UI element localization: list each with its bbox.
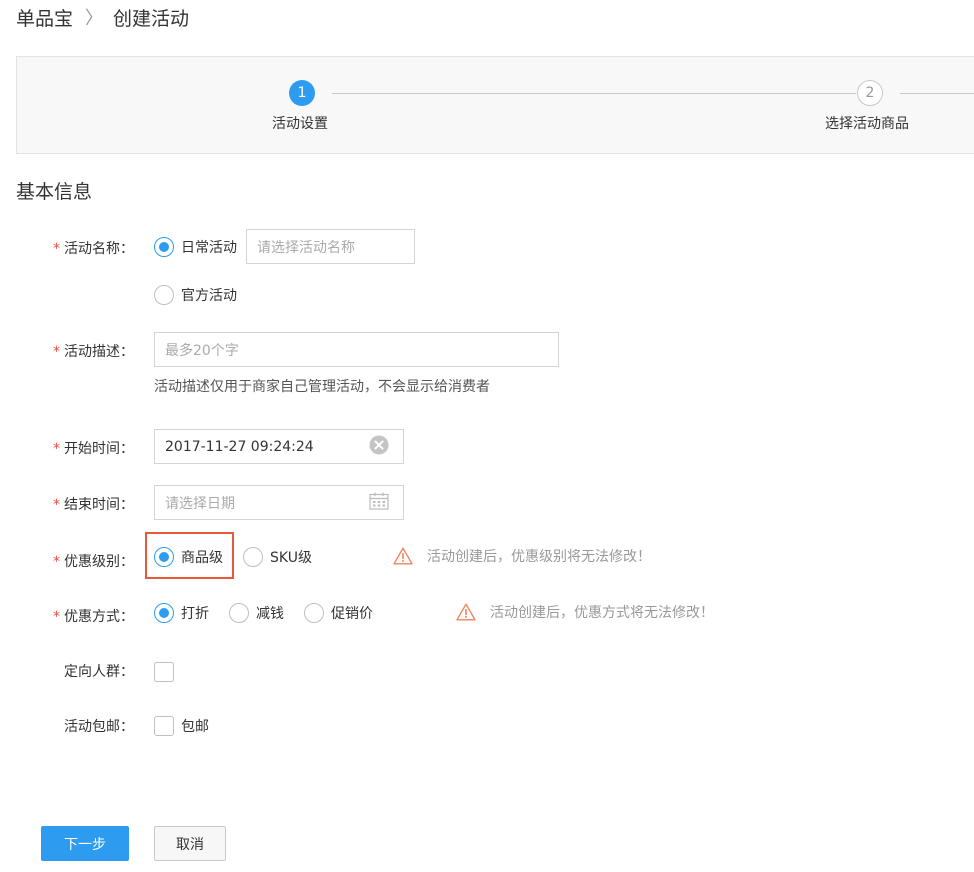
calendar-icon[interactable]	[369, 492, 389, 514]
breadcrumb-current: 创建活动	[113, 7, 190, 30]
radio-product-level[interactable]: 商品级	[154, 547, 223, 567]
step-2-label: 选择活动商品	[825, 116, 909, 132]
radio-promo-price-label: 促销价	[331, 606, 373, 622]
activity-name-label: * 活动名称：	[53, 241, 134, 257]
breadcrumb-root[interactable]: 单品宝	[16, 4, 73, 31]
free-shipping-option-label: 包邮	[181, 719, 209, 735]
radio-checked-icon	[154, 237, 174, 257]
target-group-label: 定向人群：	[64, 664, 134, 680]
radio-unchecked-icon	[304, 603, 324, 623]
discount-method-label: * 优惠方式：	[53, 609, 134, 625]
start-time-value: 2017-11-27 09:24:24	[165, 438, 314, 455]
breadcrumb: 单品宝 〉 创建活动	[16, 3, 189, 31]
discount-level-warning: 活动创建后，优惠级别将无法修改！	[393, 546, 651, 566]
clear-icon[interactable]	[369, 435, 389, 459]
cancel-button[interactable]: 取消	[154, 826, 226, 861]
radio-discount[interactable]: 打折	[154, 603, 209, 623]
radio-checked-icon	[154, 547, 174, 567]
radio-product-level-label: 商品级	[181, 550, 223, 566]
step-1-label: 活动设置	[272, 116, 328, 132]
end-time-placeholder: 请选择日期	[165, 495, 235, 512]
free-shipping-label: 活动包邮：	[64, 719, 134, 735]
required-mark: *	[53, 441, 60, 457]
radio-sku-level-label: SKU级	[270, 550, 312, 566]
target-group-checkbox[interactable]	[154, 662, 181, 682]
discount-method-warning: 活动创建后，优惠方式将无法修改！	[456, 602, 714, 622]
required-mark: *	[53, 609, 60, 625]
breadcrumb-separator-icon: 〉	[85, 8, 104, 29]
required-mark: *	[53, 344, 60, 360]
radio-daily-activity[interactable]: 日常活动	[154, 237, 237, 257]
discount-level-warning-text: 活动创建后，优惠级别将无法修改！	[427, 549, 651, 565]
activity-desc-hint: 活动描述仅用于商家自己管理活动，不会显示给消费者	[154, 379, 490, 395]
checkbox-unchecked-icon	[154, 716, 174, 736]
steps-panel: 1 2 活动设置 选择活动商品	[16, 56, 974, 154]
checkbox-unchecked-icon	[154, 662, 174, 682]
activity-name-select[interactable]: 请选择活动名称	[246, 229, 415, 264]
radio-official-activity-label: 官方活动	[181, 288, 237, 304]
radio-daily-activity-label: 日常活动	[181, 240, 237, 256]
free-shipping-checkbox[interactable]: 包邮	[154, 716, 209, 736]
next-step-button[interactable]: 下一步	[41, 826, 129, 861]
discount-method-warning-text: 活动创建后，优惠方式将无法修改！	[490, 605, 714, 621]
radio-discount-label: 打折	[181, 606, 209, 622]
end-time-input[interactable]: 请选择日期	[154, 485, 404, 520]
step-1-circle: 1	[289, 80, 315, 106]
start-time-label: * 开始时间：	[53, 441, 134, 457]
section-title: 基本信息	[16, 181, 93, 203]
radio-official-activity[interactable]: 官方活动	[154, 285, 237, 305]
create-activity-page: 单品宝 〉 创建活动 1 2 活动设置 选择活动商品 基本信息 * 活动名称： 日…	[0, 0, 974, 872]
warning-icon	[393, 547, 413, 565]
radio-unchecked-icon	[154, 285, 174, 305]
radio-sku-level[interactable]: SKU级	[243, 547, 312, 567]
required-mark: *	[53, 497, 60, 513]
radio-reduce-money-label: 减钱	[256, 606, 284, 622]
radio-unchecked-icon	[229, 603, 249, 623]
radio-unchecked-icon	[243, 547, 263, 567]
warning-icon	[456, 603, 476, 621]
required-mark: *	[53, 241, 60, 257]
step-2-circle: 2	[857, 80, 883, 106]
radio-reduce-money[interactable]: 减钱	[229, 603, 284, 623]
activity-desc-label: * 活动描述：	[53, 344, 134, 360]
required-mark: *	[53, 554, 60, 570]
activity-desc-input[interactable]: 最多20个字	[154, 332, 559, 367]
radio-promo-price[interactable]: 促销价	[304, 603, 373, 623]
start-time-input[interactable]: 2017-11-27 09:24:24	[154, 429, 404, 464]
discount-level-label: * 优惠级别：	[53, 554, 134, 570]
end-time-label: * 结束时间：	[53, 497, 134, 513]
radio-checked-icon	[154, 603, 174, 623]
step-connector-line-2	[900, 93, 974, 94]
step-connector-line	[332, 93, 856, 94]
